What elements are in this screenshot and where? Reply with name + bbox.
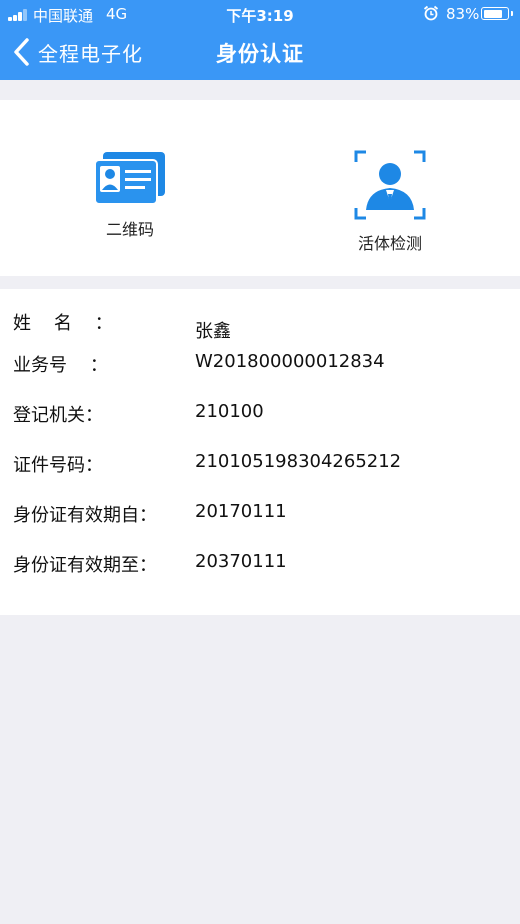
info-row-name: 姓 名 ： 张鑫 — [0, 309, 520, 342]
liveness-detection-label: 活体检测 — [357, 234, 422, 253]
info-label: 登记机关： — [13, 405, 103, 426]
qr-code-label: 二维码 — [105, 220, 154, 239]
info-value: 张鑫 — [195, 321, 231, 342]
info-value: 20370111 — [195, 551, 287, 572]
info-label: 业务号 ： — [13, 355, 108, 376]
identity-info: 姓 名 ： 张鑫 业务号 ： W201800000012834 登记机关： 21… — [0, 289, 520, 615]
info-row-registration-authority: 登记机关： 210100 — [0, 401, 520, 431]
nav-bar: 全程电子化 身份认证 — [0, 28, 520, 80]
info-value: W201800000012834 — [195, 351, 385, 372]
battery-icon — [481, 7, 513, 20]
top-bar: 中国联通 4G 下午3:19 83% 全程电子化 身份认证 — [0, 0, 520, 80]
info-label: 证件号码： — [13, 455, 103, 476]
auth-options: 二维码 活体检测 — [0, 100, 520, 276]
info-value: 20170111 — [195, 501, 287, 522]
face-scan-icon — [354, 150, 426, 220]
info-row-valid-to: 身份证有效期至： 20370111 — [0, 551, 520, 581]
liveness-detection-option[interactable]: 活体检测 — [310, 150, 470, 254]
info-row-valid-from: 身份证有效期自： 20170111 — [0, 501, 520, 531]
info-value: 210100 — [195, 401, 264, 422]
battery-percent: 83% — [446, 5, 480, 23]
status-time: 下午3:19 — [226, 7, 294, 25]
qr-code-option[interactable]: 二维码 — [50, 150, 210, 240]
info-label: 身份证有效期自： — [13, 505, 157, 526]
info-row-business-number: 业务号 ： W201800000012834 — [0, 351, 520, 381]
info-value: 210105198304265212 — [195, 451, 402, 472]
info-label: 姓 名 ： — [13, 313, 113, 334]
id-card-icon — [94, 152, 165, 205]
status-bar: 中国联通 4G 下午3:19 83% — [0, 0, 520, 28]
page-title: 身份认证 — [216, 42, 304, 66]
info-label: 身份证有效期至： — [13, 555, 157, 576]
info-row-id-number: 证件号码： 210105198304265212 — [0, 451, 520, 481]
alarm-icon — [423, 5, 439, 21]
